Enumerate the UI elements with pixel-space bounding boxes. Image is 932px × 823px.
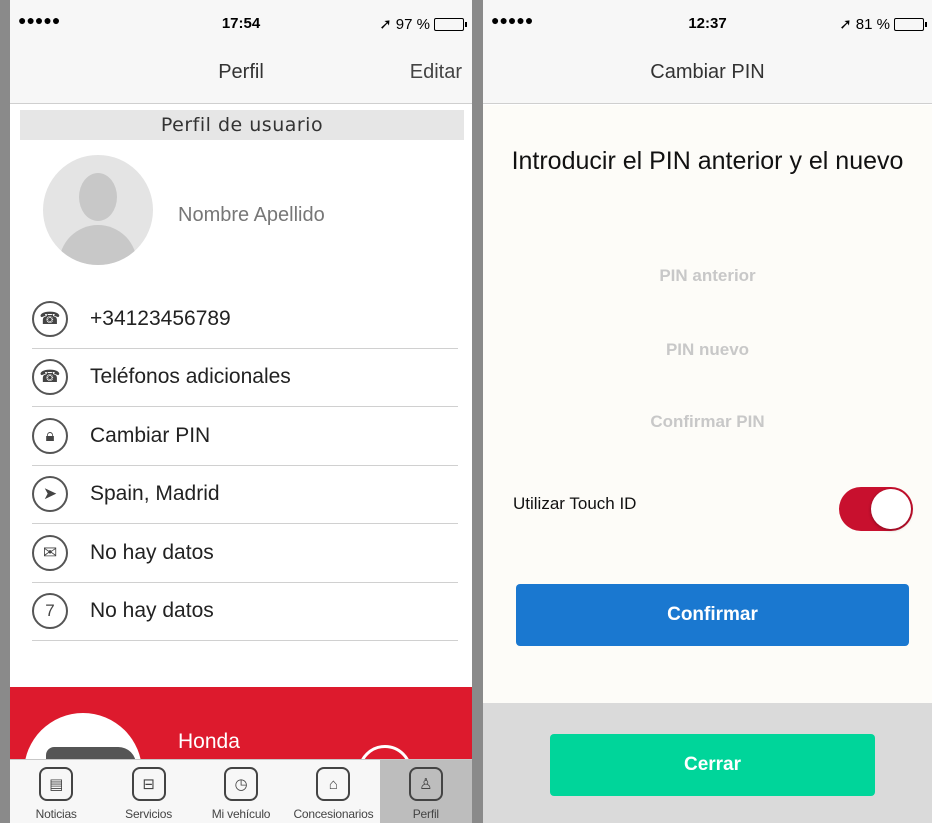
battery-status: ➚ 97 % [379, 15, 467, 33]
location-arrow-icon: ➚ [379, 16, 392, 33]
lock-icon: 🔒︎ [32, 417, 68, 454]
profile-row[interactable]: ➤ Spain, Madrid [32, 466, 458, 524]
profile-row-text: Cambiar PIN [90, 423, 211, 447]
profile-row[interactable]: ☎ Teléfonos adicionales [32, 349, 458, 407]
confirm-pin-field[interactable] [523, 402, 892, 442]
pin-heading: Introducir el PIN anterior y el nuevo [511, 147, 904, 175]
tab-perfil[interactable]: ♙ Perfil [379, 760, 472, 823]
change-pin-screen: ●●●●● 12:37 ➚ 81 % Cambiar PIN Introduci… [483, 0, 932, 823]
old-pin-field[interactable] [523, 256, 892, 296]
profile-row[interactable]: 🔒︎ Cambiar PIN [32, 407, 458, 466]
profile-info-list: ☎ +34123456789 ☎ Teléfonos adicionales 🔒︎ Cam… [32, 290, 458, 641]
close-button[interactable]: Cerrar [550, 734, 875, 796]
tab-mi-vehículo[interactable]: ◷ Mi vehículo [195, 760, 287, 823]
profile-row-text: Spain, Madrid [90, 482, 220, 506]
newspaper-icon: ▤ [39, 767, 74, 801]
tab-concesionarios[interactable]: ⌂ Concesionarios [287, 760, 379, 823]
location-arrow-icon: ➚ [839, 16, 852, 33]
edit-button[interactable]: Editar [410, 61, 462, 84]
status-bar: ●●●●● 17:54 ➚ 97 % [10, 0, 472, 44]
profile-row-text: +34123456789 [90, 306, 231, 330]
profile-row-text: Teléfonos adicionales [90, 365, 291, 389]
location-arrow-icon: ➤ [32, 476, 68, 513]
car-clock-icon: ◷ [224, 767, 259, 801]
battery-percent: 81 % [855, 15, 890, 33]
phonebook-icon: ☎ [32, 300, 68, 337]
vehicle-photo [24, 713, 142, 759]
tab-bar: ▤ Noticias ⊟ Servicios ◷ Mi vehículo ⌂ Concesio… [10, 759, 472, 823]
tab-label: Servicios [125, 807, 173, 821]
status-bar: ●●●●● 12:37 ➚ 81 % [483, 0, 932, 44]
profile-row[interactable]: ☎ +34123456789 [32, 290, 458, 349]
avatar-placeholder-icon [79, 173, 117, 221]
avatar[interactable] [43, 155, 153, 265]
vehicle-action-icon[interactable] [358, 745, 412, 759]
nav-bar: Perfil Editar [10, 44, 472, 104]
user-profile-icon: ♙ [408, 767, 443, 801]
phonebook-icon: ☎ [32, 359, 68, 396]
battery-percent: 97 % [395, 15, 430, 33]
nav-bar: Cambiar PIN [483, 44, 932, 104]
profile-row-text: No hay datos [90, 540, 214, 564]
new-pin-field[interactable] [523, 330, 892, 370]
tab-label: Noticias [35, 807, 77, 821]
envelope-icon: ✉ [32, 534, 68, 571]
profile-row[interactable]: ✉ No hay datos [32, 524, 458, 583]
dealer-home-icon: ⌂ [316, 767, 351, 801]
tab-servicios[interactable]: ⊟ Servicios [102, 760, 194, 823]
battery-icon [894, 17, 927, 31]
tab-label: Concesionarios [293, 807, 374, 821]
page-title: Cambiar PIN [650, 61, 765, 83]
profile-row[interactable]: 7 No hay datos [32, 583, 458, 641]
tab-noticias[interactable]: ▤ Noticias [10, 760, 102, 823]
car-icon [46, 747, 136, 759]
confirm-button[interactable]: Confirmar [516, 584, 909, 646]
page-title: Perfil [218, 61, 264, 83]
tab-label: Mi vehículo [211, 807, 271, 821]
touch-id-label: Utilizar Touch ID [513, 494, 637, 513]
profile-row-text: No hay datos [90, 599, 214, 623]
briefcase-icon: ⊟ [131, 767, 166, 801]
vehicle-name: Honda [178, 730, 240, 753]
tab-label: Perfil [412, 807, 439, 821]
vehicle-card[interactable]: Honda [10, 687, 472, 759]
battery-icon [434, 17, 467, 31]
user-name: Nombre Apellido [178, 204, 325, 226]
calendar-icon: 7 [32, 593, 68, 630]
battery-status: ➚ 81 % [839, 15, 927, 33]
profile-screen: ●●●●● 17:54 ➚ 97 % Perfil Editar Perfil … [10, 0, 472, 823]
touch-id-toggle[interactable] [839, 487, 913, 531]
section-header: Perfil de usuario [20, 110, 464, 140]
